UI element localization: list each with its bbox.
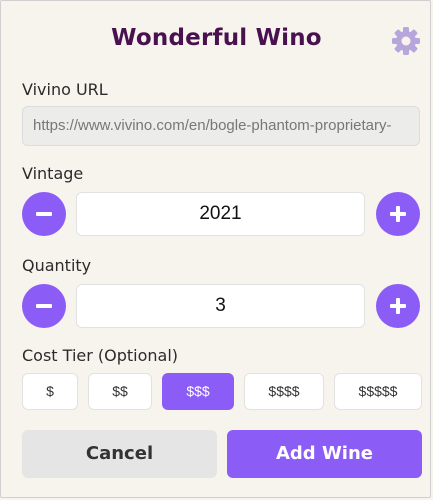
plus-icon (390, 298, 406, 314)
cost-tier-option[interactable]: $ (22, 373, 78, 410)
cost-tier-option[interactable]: $$ (88, 373, 152, 410)
plus-icon (390, 206, 406, 222)
quantity-increment-button[interactable] (376, 284, 420, 328)
add-wine-button[interactable]: Add Wine (227, 430, 422, 478)
app-title: Wonderful Wino (111, 25, 322, 51)
cost-tier-option-selected[interactable]: $$$ (162, 373, 234, 410)
vivino-url-label: Vivino URL (22, 80, 108, 99)
quantity-decrement-button[interactable] (22, 284, 66, 328)
quantity-label: Quantity (22, 256, 92, 275)
cost-tier-option[interactable]: $$$$ (244, 373, 324, 410)
minus-icon (36, 304, 52, 308)
vintage-input[interactable]: 2021 (76, 192, 365, 236)
vintage-decrement-button[interactable] (22, 192, 66, 236)
cost-tier-label: Cost Tier (Optional) (22, 346, 179, 365)
popup-frame (0, 0, 431, 498)
vintage-label: Vintage (22, 164, 84, 183)
cost-tier-option[interactable]: $$$$$ (334, 373, 422, 410)
vivino-url-input[interactable]: https://www.vivino.com/en/bogle-phantom-… (22, 106, 420, 146)
cancel-button[interactable]: Cancel (22, 430, 217, 478)
vintage-increment-button[interactable] (376, 192, 420, 236)
minus-icon (36, 212, 52, 216)
quantity-input[interactable]: 3 (76, 284, 365, 328)
gear-icon[interactable] (390, 25, 422, 57)
